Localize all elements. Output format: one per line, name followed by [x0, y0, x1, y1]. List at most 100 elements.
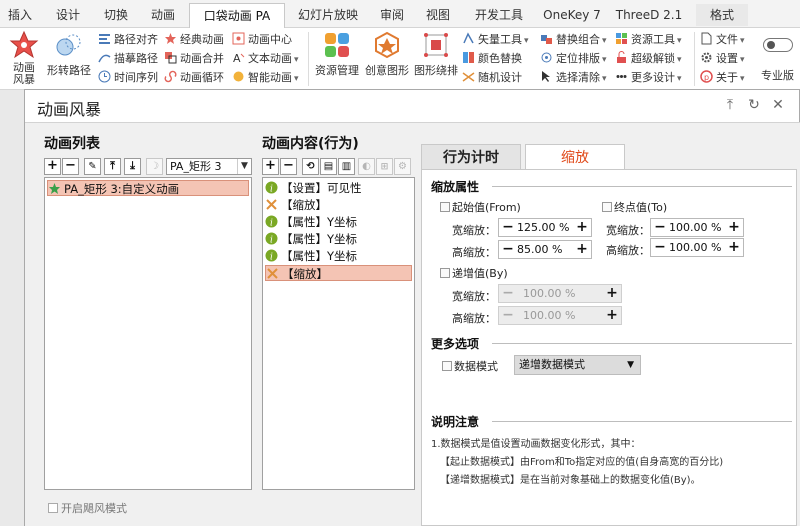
- doc-button[interactable]: ▤: [320, 158, 337, 175]
- by-height-stepper[interactable]: −100.00 % +: [498, 306, 622, 325]
- path-align-button[interactable]: 路径对齐: [98, 30, 158, 49]
- decrement-button[interactable]: −: [652, 219, 668, 236]
- resource-mgmt-button[interactable]: 资源管理: [313, 30, 361, 78]
- shape-path-icon: [54, 30, 84, 60]
- svg-text:i: i: [270, 219, 273, 229]
- refresh-button[interactable]: ↻: [745, 96, 763, 114]
- select-clear-button[interactable]: 选择清除: [540, 68, 607, 87]
- reset-icon: ⟲: [306, 161, 315, 172]
- list-item[interactable]: 【缩放】: [265, 265, 412, 281]
- smart-anim-button[interactable]: 智能动画: [232, 68, 299, 87]
- list-item[interactable]: i 【属性】Y坐标: [265, 248, 357, 264]
- tab-view[interactable]: 视图: [418, 4, 458, 26]
- increment-button[interactable]: +: [604, 307, 620, 324]
- reset-behavior-button[interactable]: ⟲: [302, 158, 319, 175]
- decrement-button[interactable]: −: [500, 219, 516, 236]
- time-sequence-button[interactable]: 时间序列: [98, 68, 158, 87]
- anim-loop-button[interactable]: 动画循环: [164, 68, 224, 87]
- from-width-value[interactable]: 125.00 %: [517, 219, 569, 236]
- random-design-button[interactable]: 随机设计: [462, 68, 522, 87]
- tab-scale[interactable]: 缩放: [525, 144, 625, 170]
- brush-button[interactable]: ✎: [84, 158, 101, 175]
- anim-center-button[interactable]: 动画中心: [232, 30, 292, 49]
- decrement-button[interactable]: −: [500, 285, 516, 302]
- tab-review[interactable]: 审阅: [372, 4, 412, 26]
- increment-button[interactable]: +: [726, 219, 742, 236]
- resource-mgmt-label: 资源管理: [315, 64, 359, 77]
- to-height-stepper[interactable]: −100.00 % +: [650, 238, 744, 257]
- decrement-button[interactable]: −: [500, 307, 516, 324]
- from-height-value[interactable]: 85.00 %: [517, 241, 562, 258]
- by-width-stepper[interactable]: −100.00 % +: [498, 284, 622, 303]
- tab-developer[interactable]: 开发工具: [468, 4, 530, 26]
- add-behavior-button[interactable]: +: [262, 158, 279, 175]
- to-height-value[interactable]: 100.00 %: [669, 239, 721, 256]
- tab-onekey[interactable]: OneKey 7: [540, 4, 604, 26]
- scale-icon: [265, 198, 278, 211]
- resource-tool-button[interactable]: 资源工具: [615, 30, 682, 49]
- trace-path-button[interactable]: 描摹路径: [98, 49, 158, 68]
- data-mode-select[interactable]: 递增数据模式 ▼: [514, 355, 641, 375]
- color-replace-button[interactable]: 颜色替换: [462, 49, 522, 68]
- tab-timing[interactable]: 行为计时: [421, 144, 521, 170]
- half-circle-button[interactable]: ◐: [358, 158, 375, 175]
- pro-version-toggle[interactable]: [763, 38, 793, 52]
- decrement-button[interactable]: −: [500, 241, 516, 258]
- about-menu-button[interactable]: p 关于: [700, 68, 745, 87]
- tab-transitions[interactable]: 切换: [96, 4, 136, 26]
- gear-button[interactable]: ⚙: [394, 158, 411, 175]
- more-design-button[interactable]: 更多设计: [615, 68, 682, 87]
- moon-button[interactable]: ☽: [146, 158, 163, 175]
- list-item[interactable]: PA_矩形 3:自定义动画: [47, 180, 249, 196]
- increment-button[interactable]: +: [726, 239, 742, 256]
- decrement-button[interactable]: −: [652, 239, 668, 256]
- close-button[interactable]: ✕: [769, 96, 787, 114]
- tab-animations[interactable]: 动画: [142, 4, 184, 26]
- vector-tool-button[interactable]: 矢量工具: [462, 30, 529, 49]
- from-width-stepper[interactable]: −125.00 % +: [498, 218, 592, 237]
- classic-anim-button[interactable]: 经典动画: [164, 30, 224, 49]
- tab-threed[interactable]: ThreeD 2.1: [614, 4, 684, 26]
- shape-layout-button[interactable]: 图形绕排: [412, 30, 460, 78]
- tab-design[interactable]: 设计: [48, 4, 88, 26]
- creative-shape-button[interactable]: 创意图形: [363, 30, 411, 78]
- increment-button[interactable]: +: [604, 285, 620, 302]
- tab-format[interactable]: 格式: [696, 4, 748, 26]
- by-height-value[interactable]: 100.00 %: [523, 307, 575, 324]
- to-width-stepper[interactable]: −100.00 % +: [650, 218, 744, 237]
- settings-menu-button[interactable]: 设置: [700, 49, 745, 68]
- from-height-stepper[interactable]: −85.00 % +: [498, 240, 592, 259]
- by-width-value[interactable]: 100.00 %: [523, 285, 575, 302]
- tab-insert[interactable]: 插入: [0, 4, 40, 26]
- smart-icon: [232, 70, 245, 83]
- anim-storm-button[interactable]: 动画风暴: [6, 30, 42, 86]
- locate-layout-button[interactable]: 定位排版: [540, 49, 607, 68]
- move-bottom-button[interactable]: ⤓: [124, 158, 141, 175]
- text-anim-button[interactable]: A 文本动画: [232, 49, 299, 68]
- pin-top-button[interactable]: ⤒: [721, 96, 739, 114]
- link-button[interactable]: ⊞: [376, 158, 393, 175]
- shape-to-path-button[interactable]: 形转路径: [44, 30, 94, 78]
- increment-button[interactable]: +: [574, 241, 590, 258]
- super-unlock-button[interactable]: 超级解锁: [615, 49, 682, 68]
- list-item[interactable]: i 【属性】Y坐标: [265, 214, 357, 230]
- storm-mode-checkbox[interactable]: 开启飓风模式: [48, 500, 127, 516]
- move-top-button[interactable]: ⤒: [104, 158, 121, 175]
- replace-group-button[interactable]: 替换组合: [540, 30, 607, 49]
- tab-slideshow[interactable]: 幻灯片放映: [293, 4, 363, 26]
- tab-pocket-animation[interactable]: 口袋动画 PA: [189, 3, 285, 29]
- doc2-button[interactable]: ▥: [338, 158, 355, 175]
- remove-anim-button[interactable]: −: [62, 158, 79, 175]
- anim-merge-button[interactable]: 动画合并: [164, 49, 224, 68]
- remove-behavior-button[interactable]: −: [280, 158, 297, 175]
- to-width-value[interactable]: 100.00 %: [669, 219, 721, 236]
- list-item[interactable]: i 【属性】Y坐标: [265, 231, 357, 247]
- data-mode-icon: [442, 361, 452, 371]
- list-item[interactable]: i 【设置】可见性: [265, 180, 362, 196]
- add-anim-button[interactable]: +: [44, 158, 61, 175]
- increment-button[interactable]: +: [574, 219, 590, 236]
- shape-combo[interactable]: PA_矩形 3 ▼: [166, 158, 252, 175]
- ribbon-separator-2: [694, 32, 695, 86]
- list-item[interactable]: 【缩放】: [265, 197, 327, 213]
- file-menu-button[interactable]: 文件: [700, 30, 745, 49]
